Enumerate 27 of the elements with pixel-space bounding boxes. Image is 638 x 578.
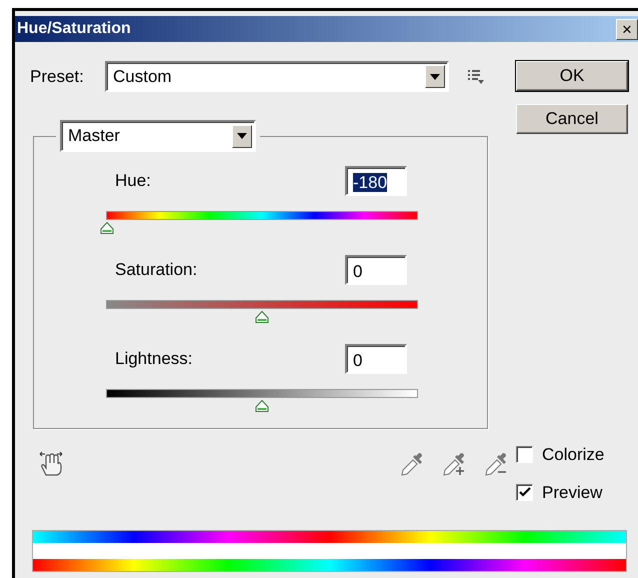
- hand-tool-icon[interactable]: [39, 451, 63, 477]
- saturation-field[interactable]: 0: [345, 255, 407, 285]
- lightness-field[interactable]: 0: [345, 344, 407, 374]
- preview-checkbox[interactable]: [516, 484, 533, 501]
- preset-menu-icon[interactable]: [468, 70, 484, 84]
- caret-icon: [232, 124, 252, 148]
- slider-thumb[interactable]: [100, 222, 114, 234]
- saturation-label: Saturation:: [115, 259, 198, 282]
- hue-label: Hue:: [115, 170, 152, 192]
- eyedropper-minus-icon[interactable]: [484, 451, 508, 477]
- preview-label: Preview: [542, 482, 602, 504]
- colorize-label: Colorize: [542, 444, 604, 466]
- preset-label: Preset:: [30, 66, 85, 88]
- caret-icon: [425, 65, 445, 88]
- eyedropper-icon[interactable]: [400, 451, 424, 477]
- window-title: Hue/Saturation: [17, 19, 131, 39]
- cancel-button[interactable]: Cancel: [516, 104, 628, 134]
- slider-thumb[interactable]: [256, 311, 268, 323]
- lightness-label: Lightness:: [115, 348, 194, 370]
- eyedropper-plus-icon[interactable]: [442, 451, 466, 477]
- ok-button[interactable]: OK: [516, 61, 628, 91]
- close-button[interactable]: ×: [616, 18, 638, 40]
- colorize-checkbox[interactable]: [516, 446, 533, 464]
- channel-dropdown[interactable]: Master: [60, 120, 256, 152]
- preset-dropdown[interactable]: Custom: [105, 61, 449, 92]
- hue-field[interactable]: -180: [345, 166, 407, 196]
- slider-thumb[interactable]: [256, 400, 268, 412]
